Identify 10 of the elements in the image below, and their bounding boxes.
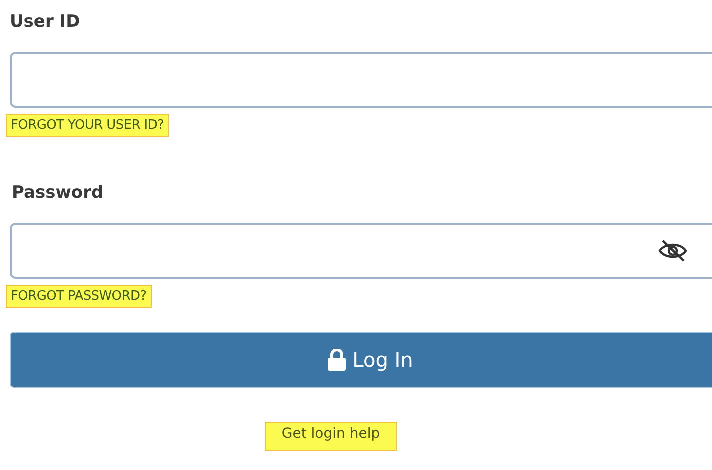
field-label: User ID — [10, 12, 82, 34]
forgot-password-link[interactable]: FORGOT PASSWORD? — [6, 285, 152, 308]
forgot-user-id-link[interactable]: FORGOT YOUR USER ID? — [6, 114, 170, 137]
lock-icon — [326, 349, 347, 371]
log-in-button[interactable]: Log In — [10, 332, 712, 388]
eye-slash-icon[interactable] — [658, 239, 688, 263]
password-field[interactable] — [10, 223, 712, 279]
user-id-field[interactable] — [10, 52, 712, 108]
field-label: Password — [11, 183, 105, 205]
login-help-link[interactable]: Get login help — [264, 422, 398, 451]
